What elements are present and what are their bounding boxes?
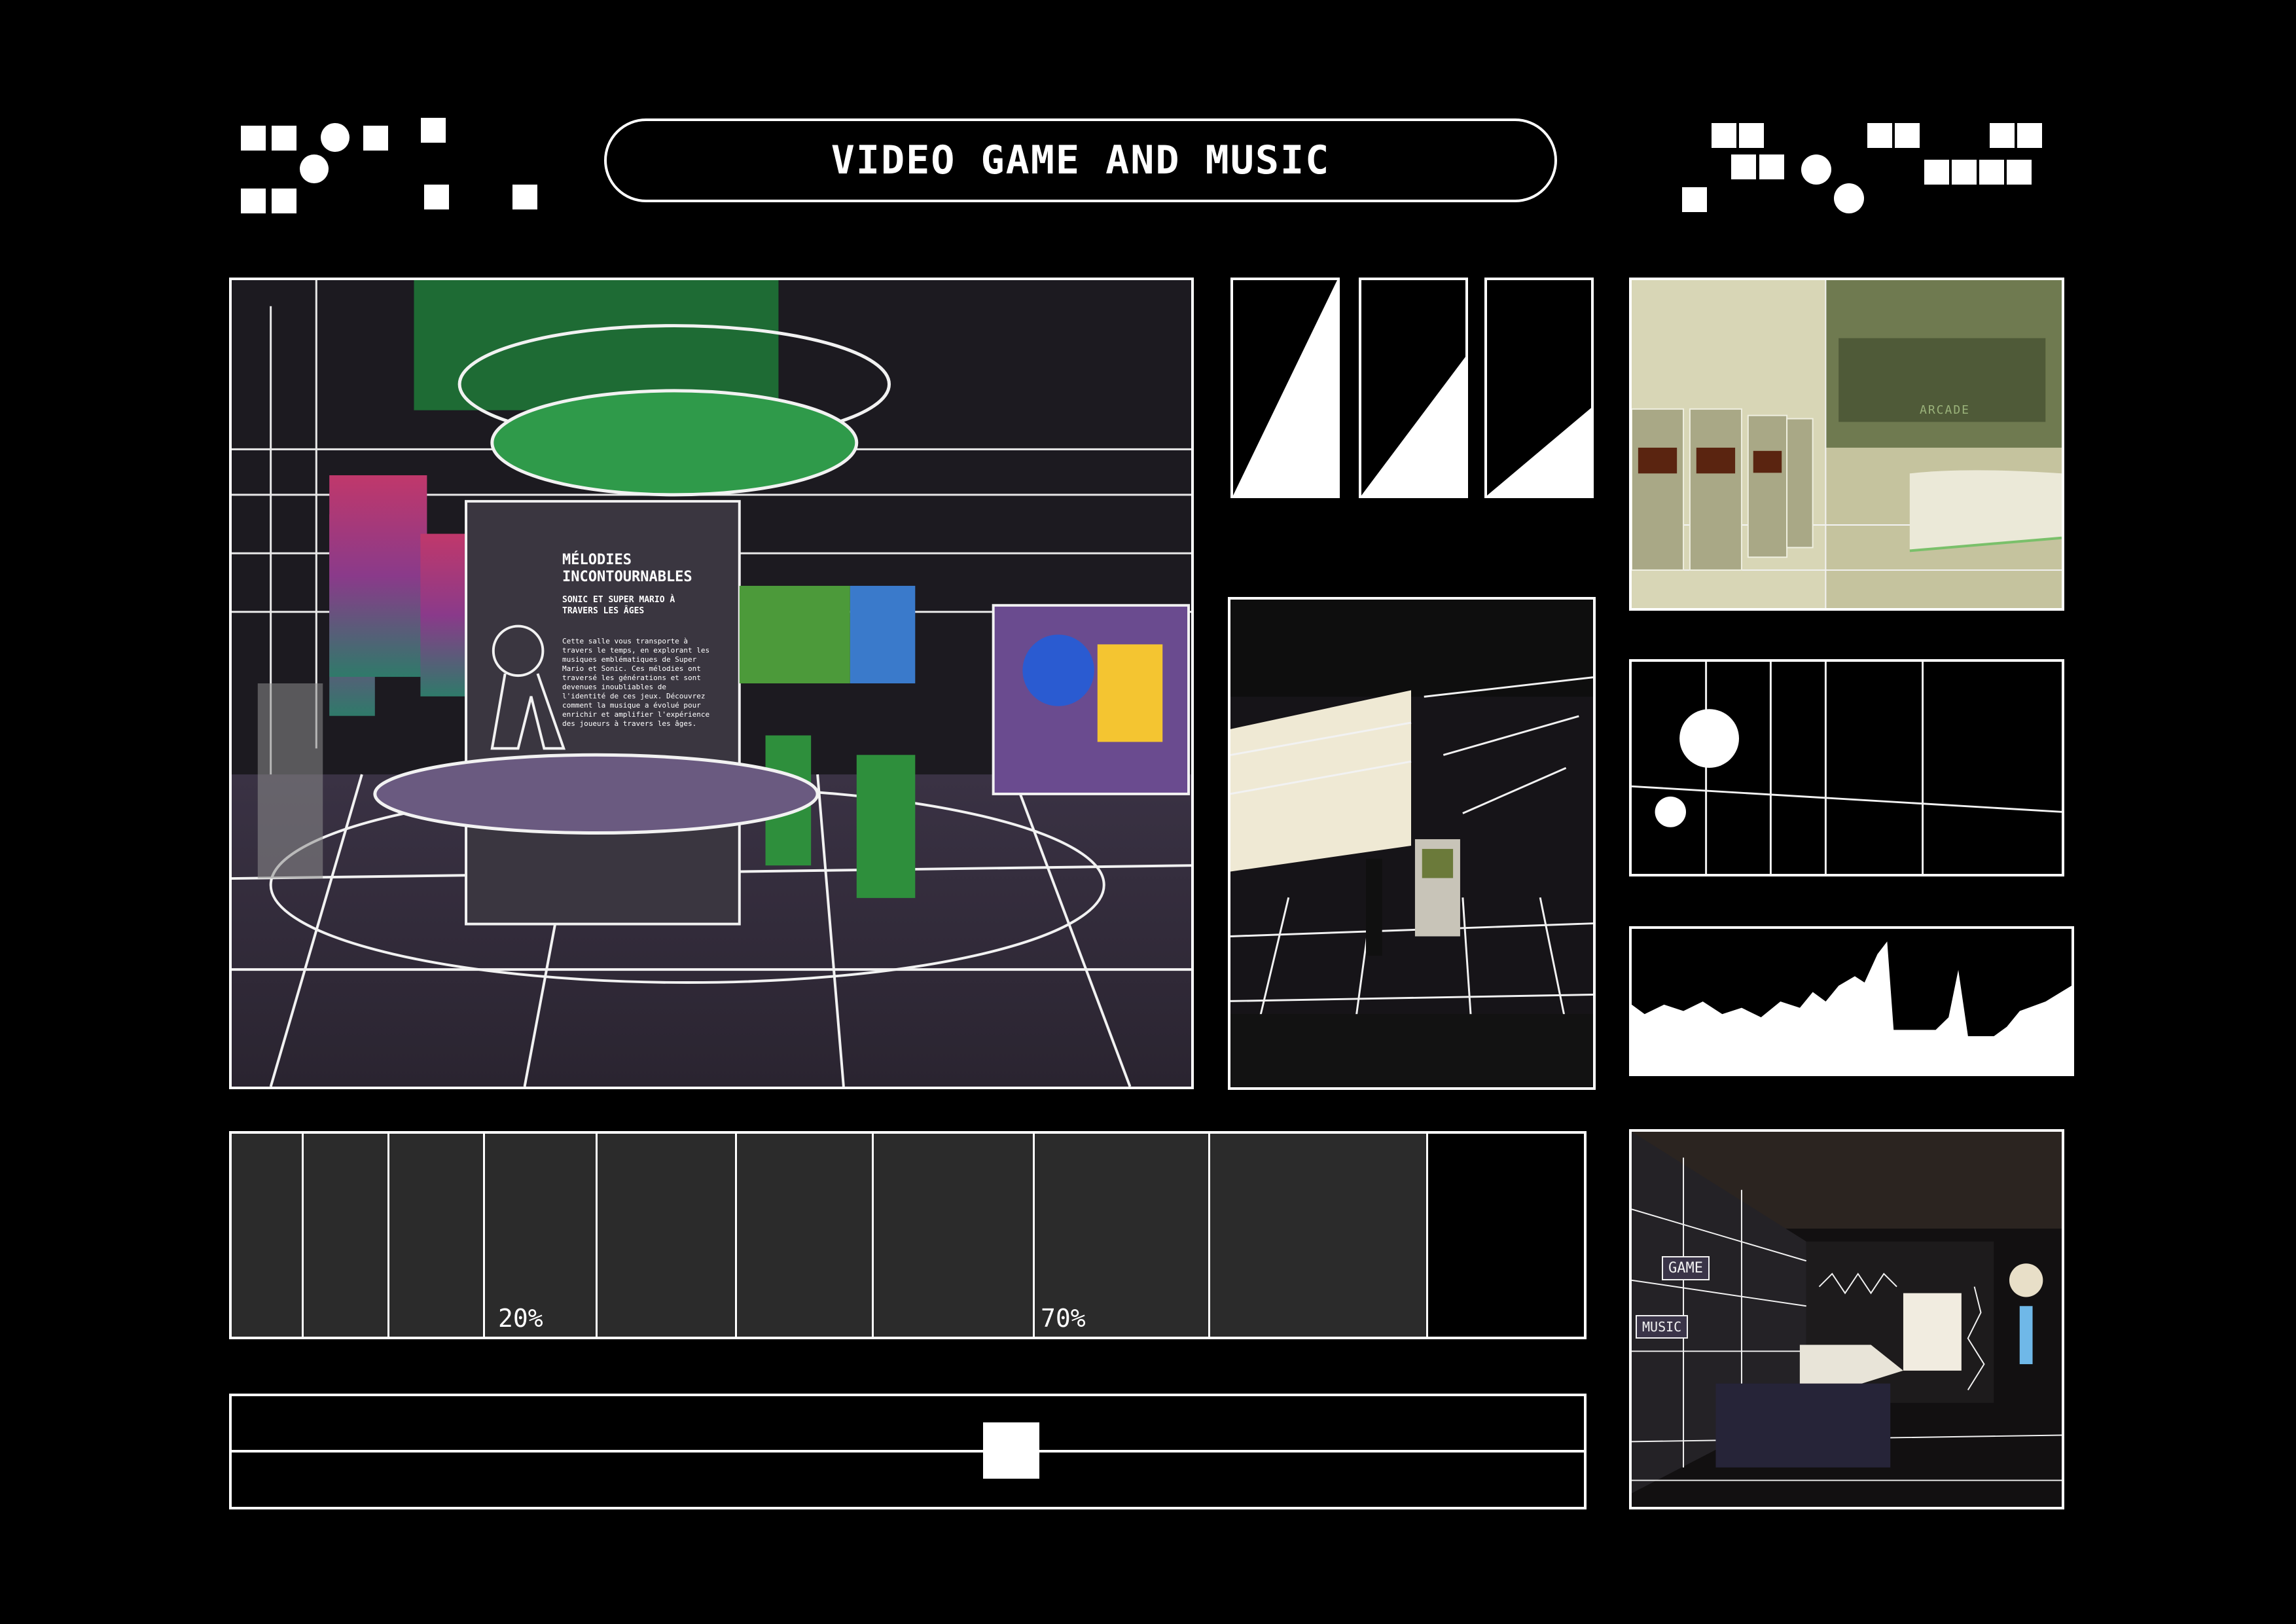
- timeline-segment: [737, 1134, 874, 1337]
- sign-body: Cette salle vous transporte à travers le…: [562, 637, 710, 728]
- slider-handle[interactable]: [983, 1422, 1039, 1479]
- timeline-segment: [598, 1134, 737, 1337]
- main-exhibition-render: MÉLODIES INCONTOURNABLES SONIC ET SUPER …: [229, 278, 1194, 1089]
- timeline-segment: [874, 1134, 1035, 1337]
- slider-track[interactable]: [229, 1394, 1587, 1509]
- arcade-render: ARCADE: [1629, 278, 2064, 611]
- triangle-panel-2: [1359, 278, 1468, 498]
- timeline-label-70: 70%: [1041, 1304, 1086, 1333]
- timeline-bar: 20% 70%: [229, 1131, 1587, 1339]
- pixel-logo-right: [1682, 118, 2055, 223]
- sign-title: MÉLODIES INCONTOURNABLES: [562, 552, 692, 585]
- sign-subtitle: SONIC ET SUPER MARIO À TRAVERS LES ÂGES: [562, 595, 675, 616]
- page-title: VIDEO GAME AND MUSIC: [831, 137, 1331, 183]
- game-music-room-render: GAME MUSIC: [1629, 1129, 2064, 1509]
- timeline-segment: [304, 1134, 389, 1337]
- slider-line: [232, 1450, 1584, 1453]
- circle-grid-panel: [1629, 659, 2064, 876]
- pixel-logo-left: [236, 111, 550, 223]
- room-label-music: MUSIC: [1636, 1315, 1689, 1339]
- timeline-segment: [389, 1134, 485, 1337]
- room-label-game: GAME: [1662, 1256, 1710, 1280]
- waveform-panel: [1629, 926, 2074, 1076]
- arcade-sign: ARCADE: [1920, 403, 1971, 417]
- timeline-segment: [232, 1134, 304, 1337]
- triangle-panel-1: [1230, 278, 1340, 498]
- gameboy-room-render: [1228, 597, 1596, 1090]
- timeline-label-20: 20%: [498, 1304, 543, 1333]
- title-pill: VIDEO GAME AND MUSIC: [604, 118, 1557, 202]
- triangle-panel-3: [1484, 278, 1594, 498]
- timeline-segment: [1210, 1134, 1428, 1337]
